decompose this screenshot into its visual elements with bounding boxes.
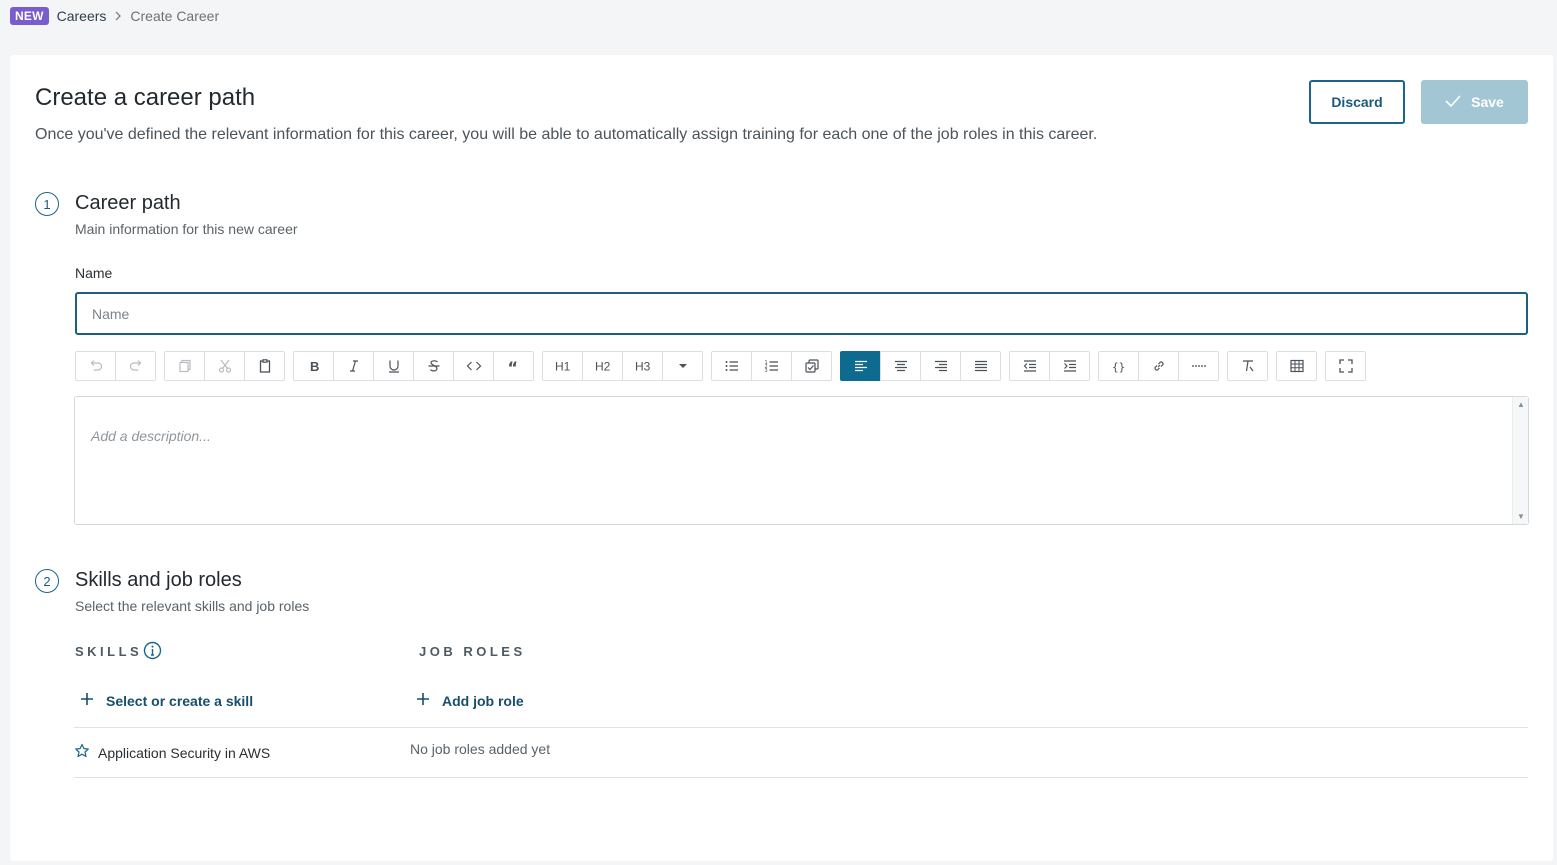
outdent-icon[interactable] [1009,351,1050,381]
description-placeholder: Add a description... [91,428,211,444]
save-button-label: Save [1471,94,1504,110]
info-icon[interactable] [143,641,162,665]
skill-item[interactable]: Application Security in AWS [74,743,270,762]
plus-icon [416,692,430,709]
editor-toolbar: B “ H1 H2 H3 123 {} [75,351,1374,381]
toolbar-group-clipboard [164,351,285,381]
name-label: Name [75,265,113,281]
section-subtitle-skills: Select the relevant skills and job roles [75,598,310,614]
quote-icon[interactable]: “ [493,351,534,381]
save-button[interactable]: Save [1421,80,1528,124]
empty-job-roles-text: No job roles added yet [410,741,551,757]
svg-text:“: “ [507,358,518,374]
page-title: Create a career path [35,84,256,111]
name-input[interactable] [75,292,1528,335]
code-block-icon[interactable]: {} [1098,351,1139,381]
select-skill-button[interactable]: Select or create a skill [80,692,253,709]
plus-icon [80,692,94,709]
add-job-role-button[interactable]: Add job role [416,692,524,709]
toolbar-group-indent [1009,351,1090,381]
horizontal-rule-icon[interactable] [1178,351,1219,381]
scroll-up-icon[interactable]: ▲ [1517,400,1525,409]
main-card: Create a career path Once you've defined… [10,55,1553,861]
step-number-2: 2 [35,569,59,593]
numbered-list-icon[interactable]: 123 [751,351,792,381]
chevron-right-icon [114,11,122,21]
cut-icon[interactable] [204,351,245,381]
fullscreen-icon[interactable] [1325,351,1366,381]
breadcrumb-current: Create Career [130,8,220,24]
page-subtitle: Once you've defined the relevant informa… [35,126,1098,143]
align-justify-icon[interactable] [960,351,1001,381]
section-subtitle-career-path: Main information for this new career [75,221,298,237]
editor-scrollbar[interactable]: ▲ ▼ [1512,397,1528,524]
table-icon[interactable] [1276,351,1317,381]
toolbar-group-view [1325,351,1366,381]
svg-text:3: 3 [764,368,767,374]
underline-icon[interactable] [373,351,414,381]
code-icon[interactable] [453,351,494,381]
skills-header: SKILLS [75,644,143,659]
add-job-role-label: Add job role [442,692,524,709]
section-title-career-path: Career path [75,192,181,214]
new-badge: NEW [10,7,49,25]
redo-icon[interactable] [115,351,156,381]
toolbar-group-insert: {} [1098,351,1219,381]
star-icon[interactable] [74,743,90,762]
bullet-list-icon[interactable] [711,351,752,381]
check-icon [1445,94,1461,110]
svg-text:B: B [310,359,319,374]
section-title-skills: Skills and job roles [75,569,242,591]
breadcrumb-link-careers[interactable]: Careers [57,8,107,24]
copy-icon[interactable] [164,351,205,381]
indent-icon[interactable] [1049,351,1090,381]
align-center-icon[interactable] [880,351,921,381]
breadcrumb: NEW Careers Create Career [10,6,219,26]
toolbar-group-lists: 123 [711,351,832,381]
skill-name: Application Security in AWS [98,744,271,761]
align-right-icon[interactable] [920,351,961,381]
svg-text:H2: H2 [595,360,611,374]
svg-text:H1: H1 [555,360,571,374]
divider [74,777,1528,778]
svg-text:{}: {} [1112,361,1125,374]
toolbar-group-history [75,351,156,381]
link-icon[interactable] [1138,351,1179,381]
heading-1-icon[interactable]: H1 [542,351,583,381]
select-skill-label: Select or create a skill [106,692,254,709]
discard-button[interactable]: Discard [1309,80,1405,124]
undo-icon[interactable] [75,351,116,381]
more-headings-icon[interactable] [662,351,703,381]
toolbar-group-headings: H1 H2 H3 [542,351,703,381]
paste-icon[interactable] [244,351,285,381]
checklist-icon[interactable] [791,351,832,381]
align-left-icon[interactable] [840,351,881,381]
job-roles-header: JOB ROLES [419,644,526,659]
toolbar-group-clear [1227,351,1268,381]
description-editor[interactable]: Add a description... ▲ ▼ [74,396,1529,525]
toolbar-group-table [1276,351,1317,381]
scroll-down-icon[interactable]: ▼ [1517,512,1525,521]
strikethrough-icon[interactable] [413,351,454,381]
heading-2-icon[interactable]: H2 [582,351,623,381]
toolbar-group-align [840,351,1001,381]
divider [74,727,1528,728]
bold-icon[interactable]: B [293,351,334,381]
italic-icon[interactable] [333,351,374,381]
svg-text:H3: H3 [635,360,651,374]
step-number-1: 1 [35,192,59,216]
heading-3-icon[interactable]: H3 [622,351,663,381]
clear-format-icon[interactable] [1227,351,1268,381]
toolbar-group-format: B “ [293,351,534,381]
